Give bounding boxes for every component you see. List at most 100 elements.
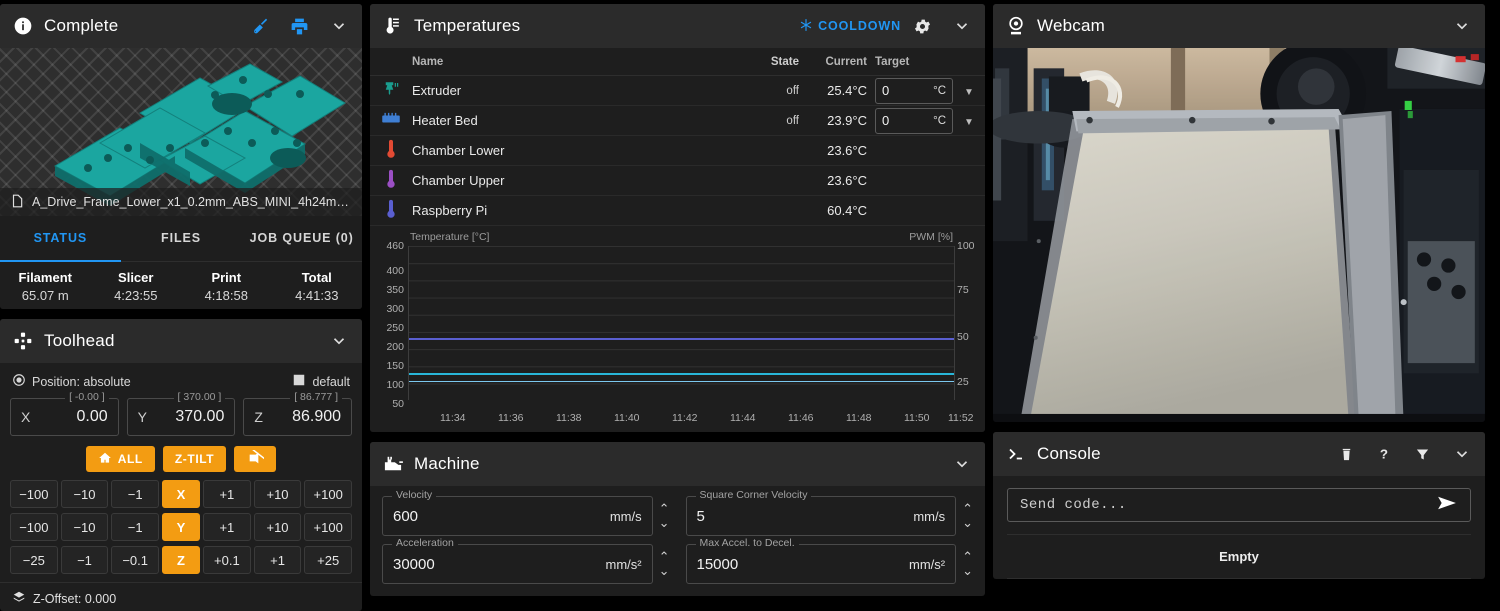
webcam-stream[interactable]	[993, 48, 1485, 422]
jog-axis-label-x[interactable]: X	[162, 480, 200, 508]
velocity-unit: mm/s	[610, 509, 642, 524]
stat-total-value: 4:41:33	[272, 288, 363, 303]
printer-icon[interactable]	[288, 15, 310, 37]
xtick-2: 11:38	[556, 412, 582, 424]
jog-y-plus-10[interactable]: +10	[254, 513, 302, 541]
target-input-extruder[interactable]: 0 °C	[875, 78, 953, 104]
console-input-placeholder: Send code...	[1020, 497, 1127, 513]
cooldown-button[interactable]: COOLDOWN	[799, 18, 901, 35]
help-icon[interactable]: ?	[1373, 443, 1395, 465]
console-input[interactable]: Send code...	[1007, 488, 1471, 522]
temperatures-table-body: Extruder off 25.4°C 0 °C ▼	[370, 76, 985, 226]
motors-off-button[interactable]	[234, 446, 276, 472]
row-state	[721, 136, 799, 166]
table-row[interactable]: Extruder off 25.4°C 0 °C ▼	[370, 76, 985, 106]
row-current: 60.4°C	[799, 196, 875, 226]
acceleration-stepper[interactable]: ⌃ ⌄	[659, 553, 670, 575]
webcam-collapse-chevron-down-icon[interactable]	[1449, 13, 1475, 39]
jog-z-minus-1[interactable]: −1	[61, 546, 109, 574]
chevron-down-icon[interactable]: ⌄	[962, 567, 973, 575]
jog-x-minus-10[interactable]: −10	[61, 480, 109, 508]
broom-icon[interactable]	[250, 15, 272, 37]
z-tilt-button[interactable]: Z-TILT	[163, 446, 226, 472]
jog-z-plus-25[interactable]: +25	[304, 546, 352, 574]
gcode-thumbnail[interactable]: A_Drive_Frame_Lower_x1_0.2mm_ABS_MINI_4h…	[0, 48, 362, 216]
scv-value: 5	[697, 508, 705, 525]
jog-x-plus-100[interactable]: +100	[304, 480, 352, 508]
jog-axis-label-y[interactable]: Y	[162, 513, 200, 541]
console-card: Console ?	[993, 432, 1485, 579]
console-title: Console	[1037, 444, 1101, 464]
tab-job-queue[interactable]: JOB QUEUE (0)	[241, 216, 362, 261]
machine-collapse-chevron-down-icon[interactable]	[949, 451, 975, 477]
trash-icon[interactable]	[1335, 443, 1357, 465]
jog-z-minus-0.1[interactable]: −0.1	[111, 546, 159, 574]
jog-z-plus-0.1[interactable]: +0.1	[203, 546, 251, 574]
position-field-x[interactable]: [ -0.00 ] X 0.00	[10, 398, 119, 436]
row-preset-dropdown[interactable]: ▼	[953, 106, 985, 136]
machine-field-max-accel-to-decel[interactable]: Max Accel. to Decel. 15000 mm/s²	[686, 544, 957, 584]
table-row[interactable]: Heater Bed off 23.9°C 0 °C ▼	[370, 106, 985, 136]
jog-x-plus-10[interactable]: +10	[254, 480, 302, 508]
console-collapse-chevron-down-icon[interactable]	[1449, 441, 1475, 467]
jog-z-minus-25[interactable]: −25	[10, 546, 58, 574]
print-stats: Filament 65.07 m Slicer 4:23:55 Print 4:…	[0, 262, 362, 309]
stat-slicer-label: Slicer	[91, 270, 182, 285]
toolhead-collapse-chevron-down-icon[interactable]	[326, 328, 352, 354]
status-collapse-chevron-down-icon[interactable]	[326, 13, 352, 39]
chevron-up-icon[interactable]: ⌃	[962, 505, 973, 513]
machine-field-square-corner-velocity[interactable]: Square Corner Velocity 5 mm/s	[686, 496, 957, 536]
temperature-chart[interactable]: Temperature [°C] PWM [%] 460 400 350 300…	[370, 226, 985, 432]
tab-status[interactable]: STATUS	[0, 216, 121, 261]
ytick-250: 250	[370, 322, 404, 334]
jog-y-minus-100[interactable]: −100	[10, 513, 58, 541]
snowflake-icon	[799, 18, 813, 35]
chevron-down-icon[interactable]: ⌄	[659, 567, 670, 575]
jog-y-plus-1[interactable]: +1	[203, 513, 251, 541]
jog-x-plus-1[interactable]: +1	[203, 480, 251, 508]
row-preset-dropdown	[953, 166, 985, 196]
row-target-cell	[875, 166, 953, 196]
jog-y-minus-1[interactable]: −1	[111, 513, 159, 541]
scv-stepper[interactable]: ⌃ ⌄	[962, 505, 973, 527]
position-field-y[interactable]: [ 370.00 ] Y 370.00	[127, 398, 236, 436]
chevron-down-icon[interactable]: ⌄	[962, 519, 973, 527]
machine-field-velocity[interactable]: Velocity 600 mm/s	[382, 496, 653, 536]
accel-to-decel-stepper[interactable]: ⌃ ⌄	[962, 553, 973, 575]
tab-files[interactable]: FILES	[121, 216, 242, 261]
velocity-stepper[interactable]: ⌃ ⌄	[659, 505, 670, 527]
row-preset-dropdown[interactable]: ▼	[953, 76, 985, 106]
position-fields: [ -0.00 ] X 0.00 [ 370.00 ] Y 370.00 [ 8…	[10, 398, 352, 436]
jog-z-plus-1[interactable]: +1	[254, 546, 302, 574]
gear-icon[interactable]	[911, 15, 933, 37]
svg-text:?: ?	[1380, 447, 1388, 462]
target-input-heater-bed[interactable]: 0 °C	[875, 108, 953, 134]
row-target-cell: 0 °C	[875, 76, 953, 106]
jog-x-minus-100[interactable]: −100	[10, 480, 58, 508]
home-all-button[interactable]: ALL	[86, 446, 155, 472]
y2tick-25: 25	[957, 376, 983, 388]
ytick-200: 200	[370, 341, 404, 353]
machine-field-velocity-wrap: Velocity 600 mm/s ⌃ ⌄	[382, 496, 670, 536]
chevron-down-icon[interactable]: ⌄	[659, 519, 670, 527]
position-field-z[interactable]: [ 86.777 ] Z 86.900	[243, 398, 352, 436]
y2tick-75: 75	[957, 284, 983, 296]
temperatures-collapse-chevron-down-icon[interactable]	[949, 13, 975, 39]
jog-axis-label-z[interactable]: Z	[162, 546, 200, 574]
jog-x-minus-1[interactable]: −1	[111, 480, 159, 508]
row-preset-dropdown	[953, 196, 985, 226]
send-icon[interactable]	[1436, 495, 1458, 516]
app-root: Complete	[0, 0, 1500, 611]
bed-mesh-profile-group[interactable]: default	[292, 373, 350, 390]
machine-field-acceleration[interactable]: Acceleration 30000 mm/s²	[382, 544, 653, 584]
jog-y-minus-10[interactable]: −10	[61, 513, 109, 541]
table-row[interactable]: Chamber Upper 23.6°C	[370, 166, 985, 196]
chevron-up-icon[interactable]: ⌃	[962, 553, 973, 561]
jog-y-plus-100[interactable]: +100	[304, 513, 352, 541]
table-row[interactable]: Chamber Lower 23.6°C	[370, 136, 985, 166]
row-current: 23.6°C	[799, 136, 875, 166]
chevron-up-icon[interactable]: ⌃	[659, 553, 670, 561]
table-row[interactable]: Raspberry Pi 60.4°C	[370, 196, 985, 226]
chevron-up-icon[interactable]: ⌃	[659, 505, 670, 513]
filter-icon[interactable]	[1411, 443, 1433, 465]
